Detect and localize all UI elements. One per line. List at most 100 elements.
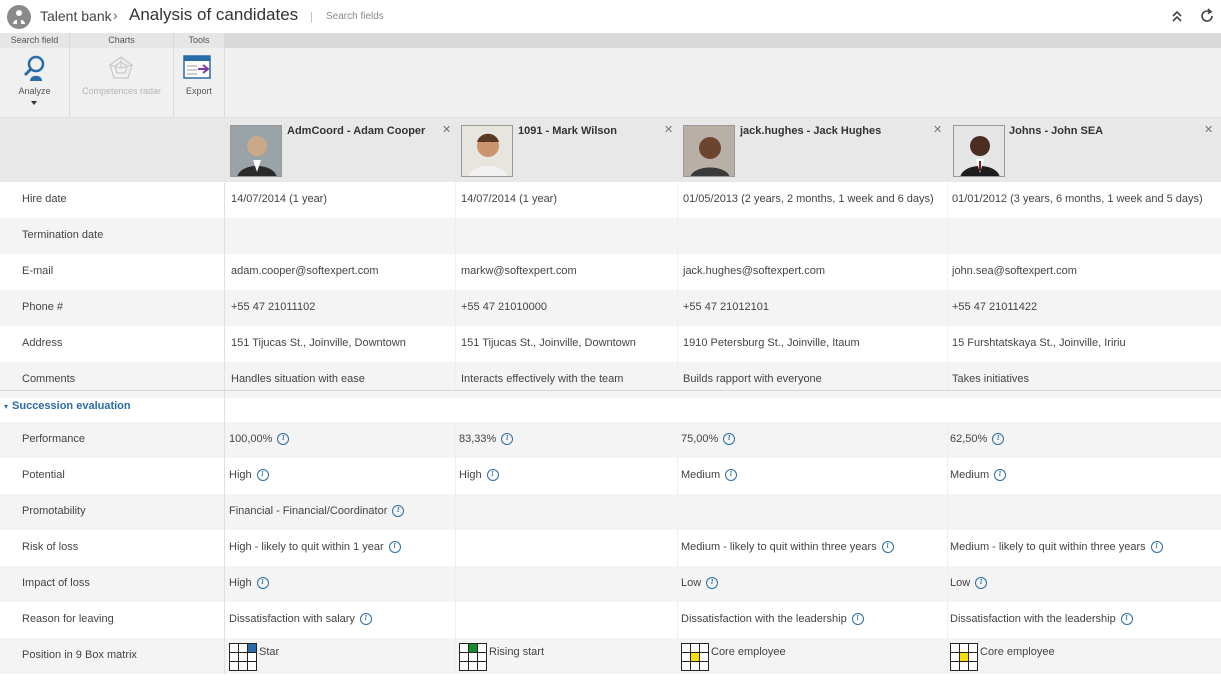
search-fields-link[interactable]: Search fields <box>326 11 384 22</box>
analyze-button[interactable]: Analyze <box>0 48 69 118</box>
table-row: Promotability Financial - Financial/Coord… <box>0 494 1221 530</box>
info-icon[interactable] <box>992 433 1005 445</box>
tab-search-field[interactable]: Search field <box>0 33 69 48</box>
info-icon[interactable] <box>725 469 738 481</box>
candidate-name: 1091 - Mark Wilson <box>518 125 617 137</box>
tab-tools[interactable]: Tools <box>174 33 224 48</box>
cell-value: 1910 Petersburg St., Joinville, Itaum <box>683 337 860 349</box>
column-divider <box>455 218 456 254</box>
info-icon[interactable] <box>277 433 290 445</box>
cell-text: Medium - likely to quit within three yea… <box>681 541 877 553</box>
column-divider <box>677 290 678 326</box>
cell-value: High <box>459 469 499 481</box>
cell-value: Builds rapport with everyone <box>683 373 822 385</box>
export-label: Export <box>185 86 212 96</box>
column-divider <box>455 566 456 602</box>
nine-box-matrix-icon <box>681 643 709 671</box>
nine-box-label: Star <box>259 646 280 658</box>
column-divider <box>947 254 948 290</box>
remove-candidate-icon[interactable]: ✕ <box>664 123 673 136</box>
cell-value: 75,00% <box>681 433 736 445</box>
column-divider <box>224 290 225 326</box>
cell-value: Core employee <box>681 643 786 671</box>
cell-value: 100,00% <box>229 433 290 445</box>
avatar <box>461 125 513 177</box>
info-icon[interactable] <box>881 541 894 553</box>
table-row: Termination date <box>0 218 1221 254</box>
cell-value: +55 47 21010000 <box>461 301 547 313</box>
column-divider <box>455 530 456 566</box>
info-icon[interactable] <box>994 469 1007 481</box>
info-icon[interactable] <box>975 577 988 589</box>
export-button[interactable]: Export <box>174 48 224 118</box>
cell-text: High - likely to quit within 1 year <box>229 541 384 553</box>
cell-value: 14/07/2014 (1 year) <box>461 193 558 205</box>
section-title[interactable]: ▾ Succession evaluation <box>4 400 131 412</box>
column-divider <box>224 326 225 362</box>
info-icon[interactable] <box>359 613 372 625</box>
cell-value: Interacts effectively with the team <box>461 373 624 385</box>
info-icon[interactable] <box>486 469 499 481</box>
cell-value: 01/05/2013 (2 years, 2 months, 1 week an… <box>683 193 934 205</box>
info-icon[interactable] <box>501 433 514 445</box>
row-label: Phone # <box>22 301 63 313</box>
cell-text: 100,00% <box>229 433 273 445</box>
candidate-column-header: jack.hughes - Jack Hughes ✕ <box>677 118 947 182</box>
info-icon[interactable] <box>388 541 401 553</box>
tab-charts[interactable]: Charts <box>70 33 173 48</box>
column-divider <box>677 422 678 458</box>
remove-candidate-icon[interactable]: ✕ <box>1204 123 1213 136</box>
remove-candidate-icon[interactable]: ✕ <box>933 123 942 136</box>
column-divider <box>677 182 678 218</box>
succession-evaluation-section[interactable]: ▾ Succession evaluation <box>0 390 1221 422</box>
cell-text: Financial - Financial/Coordinator <box>229 505 388 517</box>
column-divider <box>455 326 456 362</box>
table-row: Hire date 14/07/2014 (1 year) 14/07/2014 (… <box>0 182 1221 218</box>
row-label: Address <box>22 337 63 349</box>
cell-value: Low <box>681 577 719 589</box>
title-divider: | <box>310 11 313 23</box>
info-icon[interactable] <box>1150 541 1163 553</box>
remove-candidate-icon[interactable]: ✕ <box>442 123 451 136</box>
column-divider <box>947 530 948 566</box>
column-divider <box>224 530 225 566</box>
cell-value: +55 47 21011102 <box>231 301 316 313</box>
refresh-icon[interactable] <box>1198 7 1216 25</box>
column-divider <box>947 218 948 254</box>
cell-text: Medium <box>681 469 721 481</box>
column-divider <box>224 602 225 638</box>
avatar <box>953 125 1005 177</box>
row-label: Reason for leaving <box>22 613 114 625</box>
column-divider <box>677 638 678 674</box>
info-icon[interactable] <box>706 577 719 589</box>
info-icon[interactable] <box>723 433 736 445</box>
cell-value: adam.cooper@softexpert.com <box>231 265 379 277</box>
nine-box-label: Core employee <box>711 646 786 658</box>
column-divider <box>677 566 678 602</box>
candidates-comparison-grid: AdmCoord - Adam Cooper ✕ 1091 - Mark Wil… <box>0 118 1221 683</box>
candidates-header: AdmCoord - Adam Cooper ✕ 1091 - Mark Wil… <box>0 118 1221 182</box>
collapse-icon[interactable] <box>1170 8 1184 24</box>
info-icon[interactable] <box>1120 613 1133 625</box>
info-icon[interactable] <box>256 577 269 589</box>
talent-bank-icon[interactable] <box>7 5 31 29</box>
row-label: Comments <box>22 373 76 385</box>
row-label: Performance <box>22 433 85 445</box>
breadcrumb-talent-bank[interactable]: Talent bank <box>40 8 112 24</box>
cell-value: Takes initiatives <box>952 373 1030 385</box>
cell-text: Low <box>681 577 702 589</box>
info-icon[interactable] <box>851 613 864 625</box>
cell-value: High <box>229 469 269 481</box>
cell-text: Dissatisfaction with salary <box>229 613 355 625</box>
row-label: Impact of loss <box>22 577 90 589</box>
column-divider <box>677 602 678 638</box>
column-divider <box>224 254 225 290</box>
analyze-icon <box>23 55 45 81</box>
cell-value: 83,33% <box>459 433 514 445</box>
info-icon[interactable] <box>392 505 405 517</box>
competences-radar-button[interactable]: Competences radar <box>70 48 173 118</box>
table-row: Address 151 Tijucas St., Joinville, Downt… <box>0 326 1221 362</box>
nine-box-matrix-icon <box>459 643 487 671</box>
row-label: Position in 9 Box matrix <box>22 649 137 661</box>
info-icon[interactable] <box>256 469 269 481</box>
